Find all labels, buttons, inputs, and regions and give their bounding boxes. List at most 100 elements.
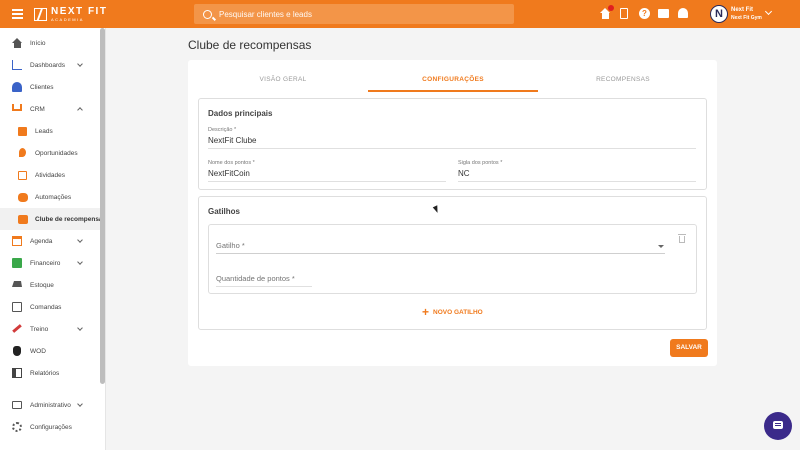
sidebar-item-wod[interactable]: WOD [0, 340, 100, 362]
sigla-field[interactable] [458, 169, 696, 178]
search-icon [203, 9, 212, 19]
sidebar-item-label: Oportunidades [35, 149, 78, 157]
descricao-field[interactable] [208, 136, 696, 145]
sidebar-item-crm[interactable]: CRM [0, 98, 100, 120]
sidebar-item-comandas[interactable]: Comandas [0, 296, 100, 318]
sidebar-scrollbar[interactable] [100, 28, 105, 384]
user-gym[interactable]: Next Fit Gym [731, 15, 762, 21]
gear-icon [12, 422, 22, 432]
sigla-label: Sigla dos pontos * [458, 160, 503, 166]
sidebar-item-financeiro[interactable]: Financeiro [0, 252, 100, 274]
save-button[interactable]: SALVAR [670, 339, 708, 357]
sidebar-item-clientes[interactable]: Clientes [0, 76, 100, 98]
logo-mark [34, 7, 47, 21]
page-title: Clube de recompensas [188, 38, 312, 52]
sidebar-item-label: Início [30, 39, 46, 47]
rewards-icon [18, 215, 28, 224]
sidebar-item-label: Financeiro [30, 259, 61, 267]
chevron-down-icon [77, 325, 83, 331]
avatar[interactable]: N [710, 5, 728, 23]
sidebar-item-label: Comandas [30, 303, 62, 311]
sidebar-item-label: WOD [30, 347, 46, 355]
descricao-underline [208, 148, 696, 149]
sidebar-item-label: Relatórios [30, 369, 60, 377]
quantidade-pontos-field[interactable] [216, 274, 312, 283]
sidebar-item-label: Administrativo [30, 401, 71, 409]
chevron-up-icon [77, 107, 83, 113]
home-base [13, 43, 21, 48]
sidebar-item-label: Leads [35, 127, 53, 135]
sidebar-item-label: Estoque [30, 281, 54, 289]
tab-visao-geral[interactable]: VISÃO GERAL [198, 70, 368, 92]
sidebar-item-atividades[interactable]: Atividades [0, 164, 100, 186]
descricao-label: Descrição * [208, 127, 237, 133]
sidebar-item-label: Configurações [30, 423, 72, 431]
money-icon [12, 258, 22, 268]
bell-icon[interactable] [678, 8, 688, 18]
activities-icon [18, 171, 27, 180]
search-input[interactable] [219, 9, 499, 19]
search-bar[interactable] [194, 4, 514, 24]
sidebar-item-clube-recompensa[interactable]: Clube de recompensa [0, 208, 103, 230]
user-name[interactable]: Next Fit [731, 7, 753, 13]
plus-icon: + [422, 305, 430, 319]
tab-configuracoes[interactable]: CONFIGURAÇÕES [368, 70, 538, 92]
orders-icon [12, 302, 22, 312]
gatilho-item [208, 224, 697, 294]
help-icon[interactable]: ? [639, 8, 650, 19]
sidebar-item-leads[interactable]: Leads [0, 120, 100, 142]
chevron-down-icon [77, 61, 83, 67]
nome-pontos-label: Nome dos pontos * [208, 160, 255, 166]
sidebar-item-label: Treino [30, 325, 49, 333]
cart-icon [12, 281, 22, 287]
sidebar-item-configuracoes[interactable]: Configurações [0, 416, 100, 438]
sidebar-item-label: Automações [35, 193, 72, 201]
trash-icon[interactable] [678, 234, 686, 243]
sidebar-item-label: Dashboards [30, 61, 66, 69]
nome-pontos-field[interactable] [208, 169, 446, 178]
section-title: Gatilhos [208, 207, 241, 216]
sidebar-item-agenda[interactable]: Agenda [0, 230, 100, 252]
chart-icon [12, 60, 22, 70]
admin-icon [12, 401, 22, 409]
sidebar-item-dashboards[interactable]: Dashboards [0, 54, 100, 76]
top-bar: NEXT FIT ACADEMIA ? N Next Fit Next Fit … [0, 0, 800, 28]
sidebar-item-label: Atividades [35, 171, 65, 179]
logo[interactable]: NEXT FIT ACADEMIA [34, 6, 107, 22]
leads-icon [18, 127, 27, 136]
opportunity-icon [19, 148, 26, 157]
chat-icon [773, 421, 783, 429]
chat-icon[interactable] [658, 9, 669, 18]
calendar-icon [12, 236, 22, 246]
logo-subtitle: ACADEMIA [51, 16, 84, 22]
chevron-down-icon [77, 401, 83, 407]
sidebar-item-administrativo[interactable]: Administrativo [0, 394, 100, 416]
nome-pontos-underline [208, 181, 446, 182]
sidebar-item-treino[interactable]: Treino [0, 318, 100, 340]
sidebar-item-estoque[interactable]: Estoque [0, 274, 100, 296]
sidebar-item-label: Agenda [30, 237, 53, 245]
wod-icon [13, 346, 21, 356]
sidebar: Início Dashboards Clientes CRM Leads Opo… [0, 28, 106, 450]
notification-dot [608, 5, 614, 11]
reports-icon [12, 368, 22, 378]
chat-support-button[interactable] [764, 412, 792, 440]
gatilho-select[interactable] [216, 241, 656, 250]
sidebar-item-relatorios[interactable]: Relatórios [0, 362, 100, 384]
users-icon [12, 82, 22, 92]
novo-gatilho-button[interactable]: + NOVO GATILHO [422, 306, 483, 318]
sidebar-item-oportunidades[interactable]: Oportunidades [0, 142, 100, 164]
novo-gatilho-label: NOVO GATILHO [433, 308, 483, 316]
menu-icon[interactable] [12, 9, 23, 19]
sidebar-item-automacoes[interactable]: Automações [0, 186, 100, 208]
tab-recompensas[interactable]: RECOMPENSAS [538, 70, 708, 92]
exit-icon[interactable] [620, 8, 628, 19]
crm-icon [12, 104, 22, 111]
section-title: Dados principais [208, 109, 273, 118]
logo-title: NEXT FIT [51, 5, 108, 17]
sidebar-item-label: CRM [30, 105, 45, 113]
chevron-down-icon[interactable] [764, 7, 773, 16]
sidebar-item-inicio[interactable]: Início [0, 32, 100, 54]
chevron-down-icon[interactable] [658, 245, 664, 248]
gatilho-underline [216, 253, 665, 254]
